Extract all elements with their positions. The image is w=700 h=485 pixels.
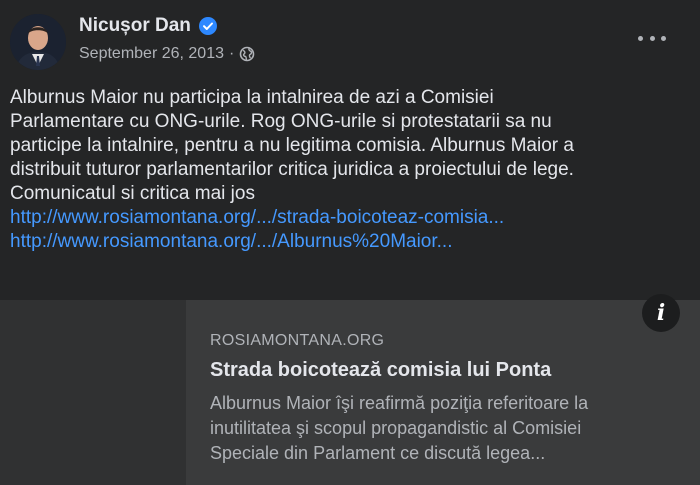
- post-text: Alburnus Maior nu participa la intalnire…: [10, 86, 690, 254]
- link-preview-title[interactable]: Strada boicotează comisia lui Ponta: [210, 359, 551, 382]
- post-link-1[interactable]: http://www.rosiamontana.org/.../strada-b…: [10, 207, 504, 228]
- post-text-line: participe la intalnire, pentru a nu legi…: [10, 135, 574, 156]
- post-meta: September 26, 2013 ·: [79, 45, 255, 63]
- description-line: Alburnus Maior îşi reafirmă poziţia refe…: [210, 393, 589, 413]
- description-line: inutilitatea şi scopul propagandistic al…: [210, 418, 582, 438]
- post-text-line: Alburnus Maior nu participa la intalnire…: [10, 87, 494, 108]
- more-options-icon[interactable]: [638, 30, 666, 46]
- globe-icon[interactable]: [239, 46, 255, 62]
- post-card: Nicușor Dan September 26, 2013 · Alburnu…: [0, 0, 700, 485]
- post-text-line: Parlamentare cu ONG-urile. Rog ONG-urile…: [10, 111, 552, 132]
- link-preview-description: Alburnus Maior îşi reafirmă poziţia refe…: [210, 391, 680, 466]
- post-date[interactable]: September 26, 2013: [79, 45, 224, 63]
- verified-badge-icon: [198, 17, 217, 35]
- link-preview-domain: ROSIAMONTANA.ORG: [210, 332, 385, 349]
- post-text-line: Comunicatul si critica mai jos: [10, 183, 255, 204]
- post-link-2[interactable]: http://www.rosiamontana.org/.../Alburnus…: [10, 231, 453, 252]
- post-header: Nicușor Dan September 26, 2013 ·: [10, 10, 690, 74]
- post-text-line: distribuit tuturor parlamentarilor criti…: [10, 159, 574, 180]
- link-preview[interactable]: i ROSIAMONTANA.ORG Strada boicotează com…: [0, 294, 700, 485]
- avatar[interactable]: [10, 14, 66, 70]
- meta-separator: ·: [229, 45, 235, 62]
- author-name[interactable]: Nicușor Dan: [79, 15, 217, 37]
- info-icon[interactable]: i: [642, 294, 680, 332]
- more-dot: [638, 35, 643, 41]
- author-name-text[interactable]: Nicușor Dan: [79, 15, 191, 37]
- more-dot: [649, 35, 655, 41]
- link-preview-image[interactable]: [0, 300, 186, 485]
- more-dot: [661, 35, 666, 41]
- description-line: Speciale din Parlament ce discută legea.…: [210, 443, 546, 463]
